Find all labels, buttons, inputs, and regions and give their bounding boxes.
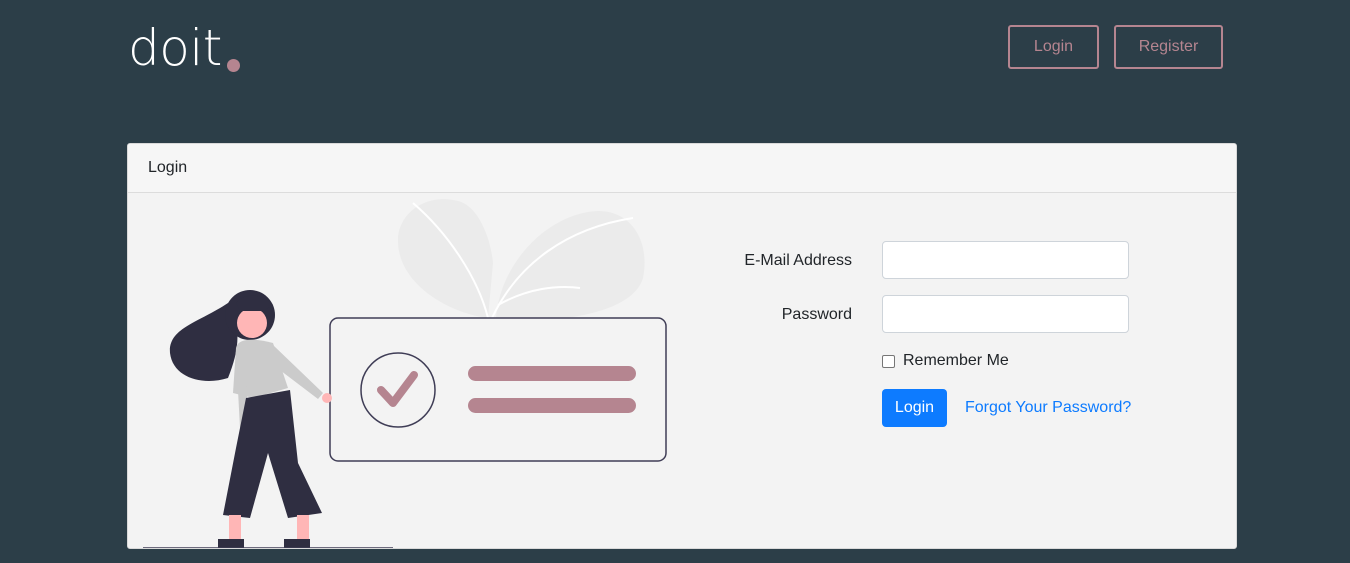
login-illustration [143, 199, 667, 548]
login-submit-button[interactable]: Login [882, 389, 947, 427]
text-line-1 [468, 366, 636, 381]
email-label: E-Mail Address [744, 252, 852, 269]
email-input[interactable] [882, 241, 1129, 279]
brand-logo[interactable]: doit [128, 18, 240, 78]
text-line-2 [468, 398, 636, 413]
nav-login-button[interactable]: Login [1008, 25, 1099, 69]
leaf-decoration [397, 199, 645, 320]
brand-dot [226, 59, 240, 72]
login-card: Login E-Mail Address Password Remember M… [127, 143, 1237, 549]
remember-me: Remember Me [882, 352, 1009, 370]
card-header: Login [128, 144, 1236, 193]
remember-me-checkbox[interactable] [882, 354, 895, 368]
password-input[interactable] [882, 295, 1129, 333]
password-label: Password [781, 306, 852, 323]
remember-me-label[interactable]: Remember Me [903, 352, 1009, 370]
forgot-password-link[interactable]: Forgot Your Password? [965, 399, 1131, 417]
brand-name: doit [128, 19, 222, 77]
nav-register-button[interactable]: Register [1114, 25, 1223, 69]
navbar: doit Login Register [0, 0, 1350, 100]
